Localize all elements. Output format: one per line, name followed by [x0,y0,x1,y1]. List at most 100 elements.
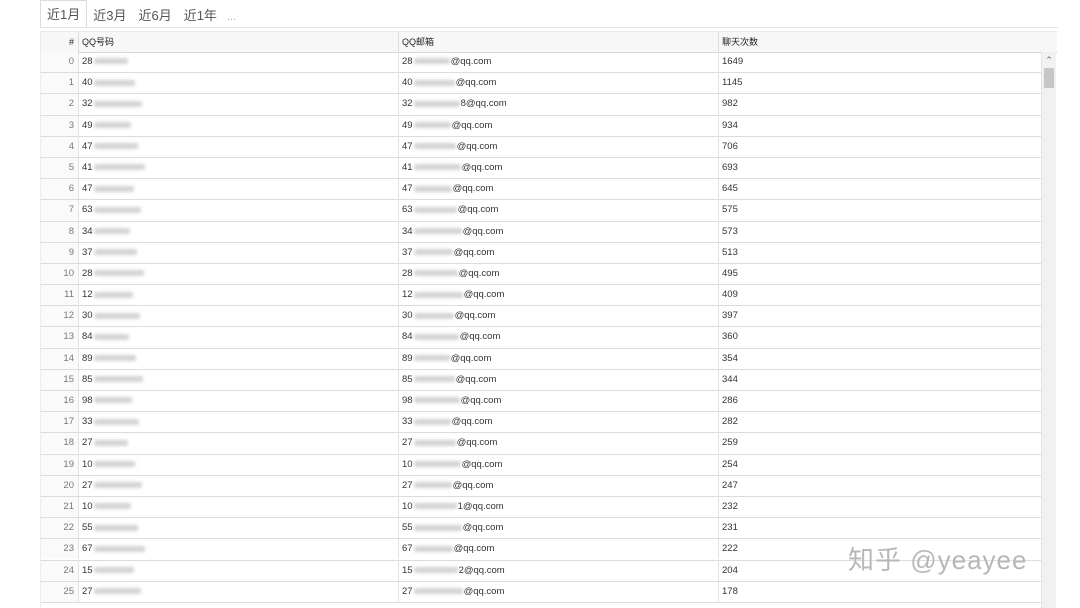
qq-email-cell[interactable]: 28 @qq.com [399,52,719,72]
table-row[interactable]: 15 85 85 @qq.com 344 [41,369,1041,391]
qq-email-cell[interactable]: 47 @qq.com [399,179,719,200]
column-header-qq-number[interactable]: QQ号码 [79,32,399,52]
chat-count-cell[interactable]: 254 [719,455,1041,475]
chat-count-cell[interactable]: 178 [719,582,1041,602]
qq-email-cell[interactable]: 41 @qq.com [399,157,719,178]
qq-email-cell[interactable]: 55 @qq.com [399,518,719,539]
qq-number-cell[interactable]: 27 [79,581,399,602]
qq-number-cell[interactable]: 10 [79,454,399,475]
qq-number-cell[interactable]: 55 [79,518,399,539]
chat-count-cell[interactable]: 259 [719,433,1041,453]
qq-email-cell[interactable]: 10 1@qq.com [399,496,719,517]
table-row[interactable]: 8 34 34 @qq.com 573 [41,221,1041,243]
table-row[interactable]: 9 37 37 @qq.com 513 [41,242,1041,264]
qq-email-cell[interactable]: 98 @qq.com [399,391,719,411]
vertical-scrollbar[interactable]: ⌃ [1041,52,1056,608]
chat-count-cell[interactable]: 231 [719,518,1041,538]
column-header-chat-count[interactable]: 聊天次数 [719,32,1041,52]
chat-count-cell[interactable]: 354 [719,349,1041,369]
qq-email-cell[interactable]: 47 @qq.com [399,136,719,157]
qq-number-cell[interactable]: 47 [79,136,399,157]
qq-email-cell[interactable]: 84 @qq.com [399,327,719,348]
table-row[interactable]: 5 41 41 @qq.com 693 [41,157,1041,180]
qq-number-cell[interactable]: 15 [79,560,399,581]
qq-email-cell[interactable]: 63 @qq.com [399,200,719,221]
chat-count-cell[interactable]: 575 [719,200,1041,220]
qq-email-cell[interactable]: 28 @qq.com [399,263,719,284]
scrollbar-thumb[interactable] [1044,68,1054,88]
table-row[interactable]: 11 12 12 @qq.com 409 [41,285,1041,307]
chat-count-cell[interactable]: 495 [719,264,1041,284]
chat-count-cell[interactable]: 513 [719,243,1041,263]
qq-number-cell[interactable]: 47 [79,179,399,200]
qq-email-cell[interactable]: 40 @qq.com [399,73,719,94]
qq-number-cell[interactable]: 27 [79,433,399,454]
chat-count-cell[interactable]: 693 [719,158,1041,178]
table-row[interactable]: 20 27 27 @qq.com 247 [41,475,1041,497]
table-row[interactable]: 18 27 27 @qq.com 259 [41,433,1041,455]
chat-count-cell[interactable]: 1649 [719,52,1041,72]
chat-count-cell[interactable]: 934 [719,116,1041,136]
chat-count-cell[interactable]: 982 [719,94,1041,114]
chevron-up-icon[interactable]: ⌃ [1042,54,1056,66]
qq-number-cell[interactable]: 32 [79,94,399,115]
table-row[interactable]: 4 47 47 @qq.com 706 [41,136,1041,158]
column-header-qq-email[interactable]: QQ邮箱 [399,32,719,52]
table-row[interactable]: 17 33 33 @qq.com 282 [41,412,1041,434]
qq-email-cell[interactable]: 27 @qq.com [399,581,719,602]
qq-number-cell[interactable]: 28 [79,52,399,72]
chat-count-cell[interactable]: 247 [719,476,1041,496]
chat-count-cell[interactable]: 286 [719,391,1041,411]
qq-number-cell[interactable]: 37 [79,242,399,263]
table-row[interactable]: 1 40 40 @qq.com 1145 [41,73,1041,95]
chat-count-cell[interactable]: 232 [719,497,1041,517]
qq-number-cell[interactable]: 33 [79,412,399,433]
qq-email-cell[interactable]: 33 @qq.com [399,412,719,433]
table-row[interactable]: 6 47 47 @qq.com 645 [41,179,1041,201]
table-row[interactable]: 25 27 27 @qq.com 178 [41,581,1041,603]
qq-number-cell[interactable]: 49 [79,115,399,136]
qq-number-cell[interactable]: 30 [79,306,399,327]
table-row[interactable]: 14 89 89 @qq.com 354 [41,348,1041,370]
qq-email-cell[interactable]: 10 @qq.com [399,454,719,475]
table-row[interactable]: 2 32 32 8@qq.com 982 [41,94,1041,116]
table-row[interactable]: 22 55 55 @qq.com 231 [41,518,1041,540]
qq-email-cell[interactable]: 30 @qq.com [399,306,719,327]
chat-count-cell[interactable]: 1145 [719,73,1041,93]
qq-number-cell[interactable]: 98 [79,391,399,411]
qq-number-cell[interactable]: 41 [79,157,399,178]
qq-email-cell[interactable]: 85 @qq.com [399,369,719,390]
table-row[interactable]: 7 63 63 @qq.com 575 [41,200,1041,222]
qq-number-cell[interactable]: 84 [79,327,399,348]
chat-count-cell[interactable]: 645 [719,179,1041,199]
qq-email-cell[interactable]: 37 @qq.com [399,242,719,263]
tab-1-year[interactable]: 近1年 [178,2,223,28]
chat-count-cell[interactable]: 344 [719,370,1041,390]
chat-count-cell[interactable]: 360 [719,327,1041,347]
qq-email-cell[interactable]: 27 @qq.com [399,433,719,454]
tab-more[interactable]: ... [223,11,240,28]
qq-number-cell[interactable]: 40 [79,73,399,94]
chat-count-cell[interactable]: 706 [719,137,1041,157]
table-row[interactable]: 12 30 30 @qq.com 397 [41,306,1041,328]
qq-email-cell[interactable]: 34 @qq.com [399,221,719,242]
qq-number-cell[interactable]: 63 [79,200,399,221]
qq-number-cell[interactable]: 34 [79,221,399,242]
qq-number-cell[interactable]: 27 [79,475,399,496]
table-row[interactable]: 21 10 10 1@qq.com 232 [41,496,1041,519]
qq-email-cell[interactable]: 32 8@qq.com [399,94,719,115]
qq-number-cell[interactable]: 67 [79,539,399,560]
qq-number-cell[interactable]: 89 [79,348,399,369]
table-row[interactable]: 10 28 28 @qq.com 495 [41,263,1041,286]
chat-count-cell[interactable]: 573 [719,222,1041,242]
table-row[interactable]: 3 49 49 @qq.com 934 [41,115,1041,137]
chat-count-cell[interactable]: 282 [719,412,1041,432]
column-header-index[interactable]: # [41,32,79,52]
qq-number-cell[interactable]: 28 [79,263,399,284]
qq-email-cell[interactable]: 15 2@qq.com [399,560,719,581]
qq-number-cell[interactable]: 10 [79,496,399,517]
chat-count-cell[interactable]: 409 [719,285,1041,305]
table-row[interactable]: 19 10 10 @qq.com 254 [41,454,1041,476]
qq-email-cell[interactable]: 67 @qq.com [399,539,719,560]
qq-number-cell[interactable]: 85 [79,369,399,390]
